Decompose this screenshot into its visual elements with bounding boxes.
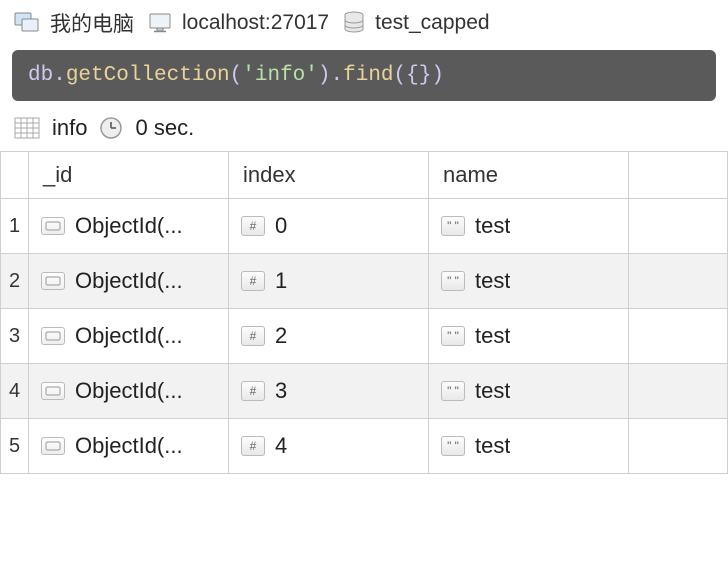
cell-id[interactable]: ObjectId(... xyxy=(29,419,228,473)
column-header-name[interactable]: name xyxy=(429,152,629,199)
row-number: 3 xyxy=(1,309,29,364)
cell-index[interactable]: #1 xyxy=(229,254,428,308)
cell-index-value: 2 xyxy=(275,323,287,349)
cell-extra xyxy=(629,254,728,309)
string-type-icon: " " xyxy=(441,326,465,346)
table-row[interactable]: 5 ObjectId(... #4 " " test xyxy=(1,419,728,474)
cell-index-value: 1 xyxy=(275,268,287,294)
breadcrumb-computer[interactable]: 我的电脑 xyxy=(14,8,134,38)
cell-id-value: ObjectId(... xyxy=(75,433,183,459)
cell-extra xyxy=(629,199,728,254)
cell-id[interactable]: ObjectId(... xyxy=(29,199,228,253)
row-number: 2 xyxy=(1,254,29,309)
breadcrumb-database[interactable]: test_capped xyxy=(343,11,489,35)
cell-name-value: test xyxy=(475,213,510,239)
number-type-icon: # xyxy=(241,381,265,401)
cell-name-value: test xyxy=(475,433,510,459)
row-number: 5 xyxy=(1,419,29,474)
query-input[interactable]: db.getCollection('info').find({}) xyxy=(12,50,716,101)
cell-id[interactable]: ObjectId(... xyxy=(29,309,228,363)
cell-id-value: ObjectId(... xyxy=(75,268,183,294)
cell-name-value: test xyxy=(475,378,510,404)
cell-index-value: 4 xyxy=(275,433,287,459)
number-type-icon: # xyxy=(241,216,265,236)
number-type-icon: # xyxy=(241,326,265,346)
query-db-token: db xyxy=(28,64,53,87)
objectid-icon xyxy=(41,217,65,235)
cell-name[interactable]: " " test xyxy=(429,254,628,308)
query-arg2-token: {} xyxy=(406,64,431,87)
breadcrumb-host-label: localhost:27017 xyxy=(182,11,329,35)
breadcrumb-host[interactable]: localhost:27017 xyxy=(148,11,329,35)
cell-index-value: 3 xyxy=(275,378,287,404)
cell-extra xyxy=(629,419,728,474)
cell-extra xyxy=(629,364,728,419)
cell-index[interactable]: #0 xyxy=(229,199,428,253)
result-collection-name: info xyxy=(52,115,87,141)
clock-icon xyxy=(99,116,123,140)
cell-id-value: ObjectId(... xyxy=(75,378,183,404)
cell-name[interactable]: " " test xyxy=(429,199,628,253)
string-type-icon: " " xyxy=(441,271,465,291)
cell-id[interactable]: ObjectId(... xyxy=(29,364,228,418)
cell-name[interactable]: " " test xyxy=(429,309,628,363)
string-type-icon: " " xyxy=(441,381,465,401)
cell-extra xyxy=(629,309,728,364)
breadcrumb-computer-label: 我的电脑 xyxy=(50,8,134,38)
table-row[interactable]: 3 ObjectId(... #2 " " test xyxy=(1,309,728,364)
table-row[interactable]: 1 ObjectId(... #0 " " test xyxy=(1,199,728,254)
objectid-icon xyxy=(41,272,65,290)
column-header-index[interactable]: index xyxy=(229,152,429,199)
row-number: 1 xyxy=(1,199,29,254)
string-type-icon: " " xyxy=(441,436,465,456)
results-table: _id index name 1 ObjectId(... #0 " " test 2 Ob… xyxy=(0,151,728,474)
table-row[interactable]: 2 ObjectId(... #1 " " test xyxy=(1,254,728,309)
cell-name[interactable]: " " test xyxy=(429,419,628,473)
column-header-id[interactable]: _id xyxy=(29,152,229,199)
row-number: 4 xyxy=(1,364,29,419)
cell-name[interactable]: " " test xyxy=(429,364,628,418)
cell-id-value: ObjectId(... xyxy=(75,323,183,349)
number-type-icon: # xyxy=(241,436,265,456)
objectid-icon xyxy=(41,327,65,345)
query-fn1-token: getCollection xyxy=(66,64,230,87)
cell-index[interactable]: #4 xyxy=(229,419,428,473)
breadcrumb: 我的电脑 localhost:27017 test_capped xyxy=(0,0,728,46)
grid-icon xyxy=(14,117,40,139)
query-fn2-token: find xyxy=(343,64,393,87)
cell-name-value: test xyxy=(475,268,510,294)
cell-id-value: ObjectId(... xyxy=(75,213,183,239)
cell-id[interactable]: ObjectId(... xyxy=(29,254,228,308)
objectid-icon xyxy=(41,382,65,400)
table-row[interactable]: 4 ObjectId(... #3 " " test xyxy=(1,364,728,419)
column-header-extra[interactable] xyxy=(629,152,728,199)
host-icon xyxy=(148,12,172,34)
string-type-icon: " " xyxy=(441,216,465,236)
objectid-icon xyxy=(41,437,65,455)
number-type-icon: # xyxy=(241,271,265,291)
cell-name-value: test xyxy=(475,323,510,349)
column-header-rownum[interactable] xyxy=(1,152,29,199)
computer-icon xyxy=(14,12,40,34)
result-timing: 0 sec. xyxy=(135,115,194,141)
breadcrumb-database-label: test_capped xyxy=(375,11,489,35)
cell-index[interactable]: #3 xyxy=(229,364,428,418)
result-meta: info 0 sec. xyxy=(0,109,728,151)
database-icon xyxy=(343,11,365,35)
query-arg1-token: 'info' xyxy=(242,64,318,87)
cell-index-value: 0 xyxy=(275,213,287,239)
cell-index[interactable]: #2 xyxy=(229,309,428,363)
